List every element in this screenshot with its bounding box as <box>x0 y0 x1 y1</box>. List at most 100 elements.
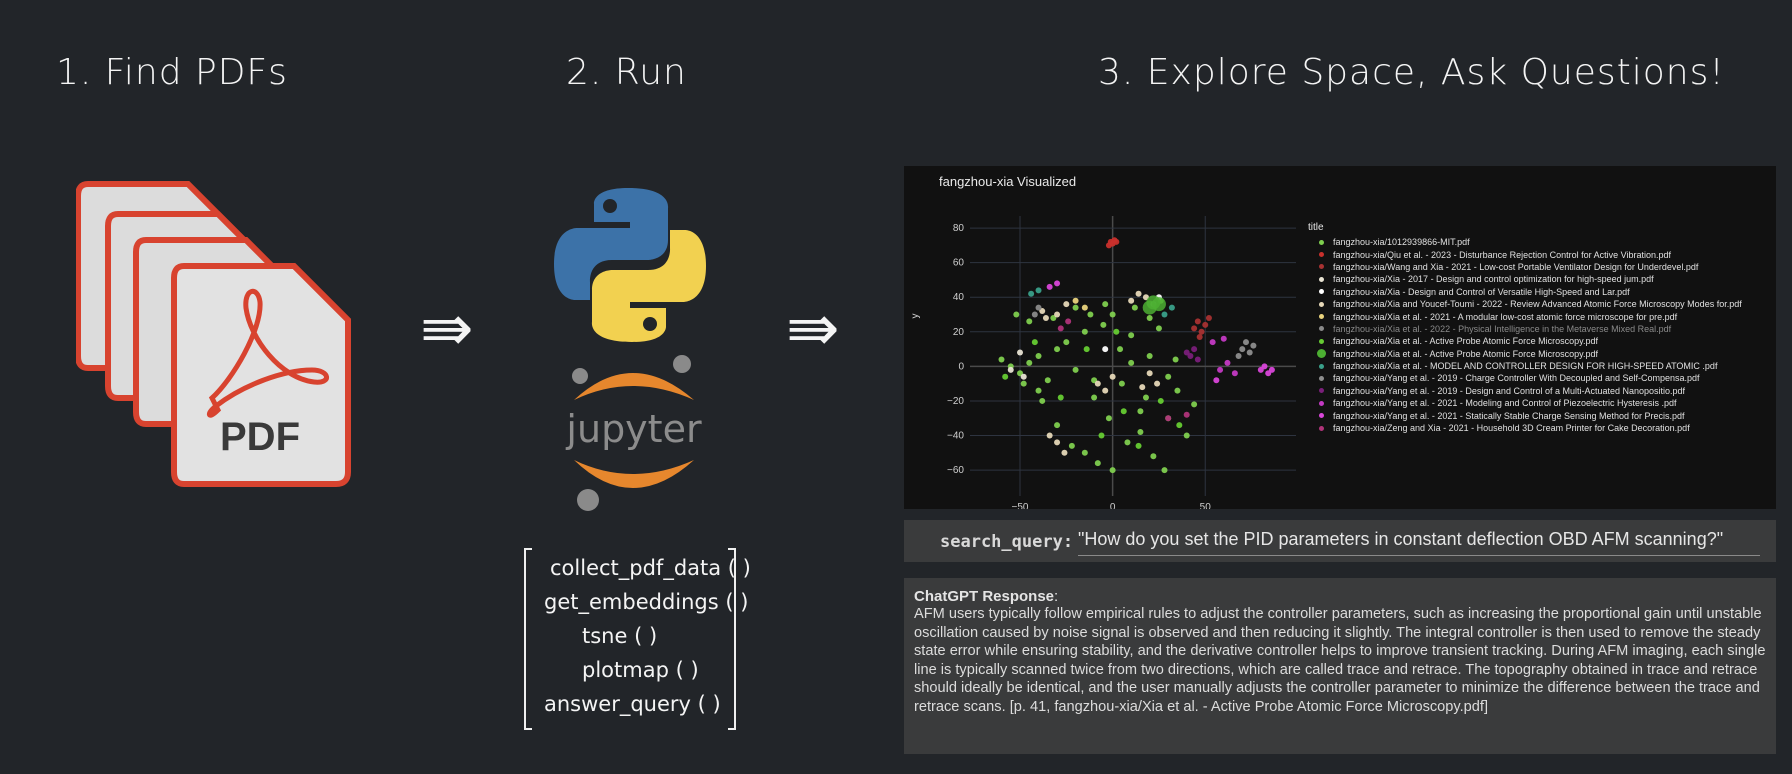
scatter-point <box>1183 432 1190 439</box>
scatter-point <box>1102 301 1109 308</box>
legend-item[interactable]: fangzhou-xia/Qiu et al. - 2023 - Disturb… <box>1308 248 1742 260</box>
scatter-point <box>1117 346 1124 353</box>
legend-swatch <box>1319 252 1324 258</box>
search-query-input[interactable]: "How do you set the PID parameters in co… <box>1078 529 1760 556</box>
x-tick-label: −50 <box>1012 502 1029 509</box>
scatter-point <box>1191 346 1198 353</box>
legend-item[interactable]: fangzhou-xia/Yang et al. - 2019 - Design… <box>1308 385 1742 397</box>
legend-item[interactable]: fangzhou-xia/Xia et al. - 2022 - Physica… <box>1308 323 1742 335</box>
scatter-point <box>1035 387 1042 394</box>
legend-title: title <box>1308 222 1324 233</box>
legend-label: fangzhou-xia/Xia et al. - 2022 - Physica… <box>1333 323 1672 334</box>
legend-label: fangzhou-xia/Xia et al. - 2021 - A modul… <box>1333 311 1678 322</box>
legend-label: fangzhou-xia/1012939866-MIT.pdf <box>1333 237 1470 248</box>
legend-item[interactable]: fangzhou-xia/1012939866-MIT.pdf <box>1308 236 1742 248</box>
function-tsne: tsne ( ) <box>582 624 658 648</box>
scatter-point <box>1054 311 1061 318</box>
scatter-point <box>1161 467 1168 474</box>
scatter-point <box>1246 349 1253 356</box>
legend-item[interactable]: fangzhou-xia/Xia - 2017 - Design and con… <box>1308 273 1742 285</box>
scatter-point <box>1194 356 1201 363</box>
left-bracket <box>524 548 532 730</box>
legend-label: fangzhou-xia/Xia - 2017 - Design and con… <box>1333 274 1654 285</box>
y-tick-label: 60 <box>953 258 965 269</box>
scatter-point <box>1028 290 1035 297</box>
scatter-point <box>1044 377 1051 384</box>
legend-swatch <box>1319 375 1324 381</box>
step-2-title: 2. Run <box>566 52 687 93</box>
legend-item[interactable]: fangzhou-xia/Yang et al. - 2021 - Modeli… <box>1308 397 1742 409</box>
legend-item[interactable]: fangzhou-xia/Xia et al. - Active Probe A… <box>1308 335 1742 347</box>
legend-swatch <box>1319 326 1324 332</box>
legend-swatch <box>1319 264 1324 270</box>
scatter-point <box>1137 408 1144 415</box>
legend-item[interactable]: fangzhou-xia/Wang and Xia - 2021 - Low-c… <box>1308 261 1742 273</box>
scatter-point <box>1174 387 1181 394</box>
scatter-point <box>1109 467 1116 474</box>
scatter-point <box>1094 460 1101 467</box>
legend-item[interactable]: fangzhou-xia/Xia - Design and Control of… <box>1308 286 1742 298</box>
scatter-point <box>1268 366 1275 373</box>
scatter-point <box>1020 373 1027 380</box>
scatter-point <box>1155 325 1162 332</box>
legend-label: fangzhou-xia/Yang et al. - 2019 - Charge… <box>1333 373 1700 384</box>
legend-item[interactable]: fangzhou-xia/Zeng and Xia - 2021 - House… <box>1308 422 1742 434</box>
scatter-point <box>1213 377 1220 384</box>
legend-label: fangzhou-xia/Zeng and Xia - 2021 - House… <box>1333 423 1690 434</box>
scatter-point <box>1165 415 1172 422</box>
scatter-point <box>1118 380 1125 387</box>
scatter-point <box>1172 356 1179 363</box>
scatter-point <box>1057 325 1064 332</box>
legend-item[interactable]: fangzhou-xia/Xia et al. - Active Probe A… <box>1308 348 1742 360</box>
legend-item[interactable]: fangzhou-xia/Xia et al. - MODEL AND CONT… <box>1308 360 1742 372</box>
scatter-point <box>1220 335 1227 342</box>
scatter-point <box>1007 366 1014 373</box>
legend-item[interactable]: fangzhou-xia/Yang et al. - 2021 - Static… <box>1308 409 1742 421</box>
scatter-point <box>1146 314 1153 321</box>
scatter-point <box>1142 300 1157 315</box>
function-plotmap: plotmap ( ) <box>582 658 699 682</box>
legend-item[interactable]: fangzhou-xia/Xia et al. - 2021 - A modul… <box>1308 310 1742 322</box>
scatter-point <box>1154 380 1161 387</box>
scatter-point <box>1198 328 1205 335</box>
scatter-point <box>1020 380 1027 387</box>
scatter-plot[interactable]: −50050−60−40−20020406080xy <box>904 166 1304 509</box>
scatter-plot-panel[interactable]: fangzhou-xia Visualized −50 0 50 −60 −40 −20 0… <box>904 166 1776 509</box>
step-3-title: 3. Explore Space, Ask Questions! <box>1098 52 1725 93</box>
scatter-point <box>1026 318 1033 325</box>
function-get-embeddings: get_embeddings ( ) <box>544 590 749 614</box>
scatter-point <box>1054 346 1061 353</box>
scatter-point <box>1128 359 1135 366</box>
legend-item[interactable]: fangzhou-xia/Xia and Youcef-Toumi - 2022… <box>1308 298 1742 310</box>
scatter-point <box>1102 387 1109 394</box>
scatter-point <box>998 356 1005 363</box>
legend-label: fangzhou-xia/Yang et al. - 2021 - Static… <box>1333 410 1685 421</box>
scatter-point <box>1239 346 1246 353</box>
function-list: collect_pdf_data ( ) get_embeddings ( ) … <box>524 548 751 730</box>
scatter-point <box>1054 422 1061 429</box>
scatter-point <box>1183 411 1190 418</box>
scatter-point <box>1142 394 1149 401</box>
y-tick-label: −40 <box>947 431 964 442</box>
legend-swatch <box>1319 400 1324 406</box>
scatter-point <box>1120 408 1127 415</box>
legend-swatch <box>1319 289 1324 295</box>
scatter-point <box>1063 301 1070 308</box>
legend-item[interactable]: fangzhou-xia/Yang et al. - 2019 - Charge… <box>1308 372 1742 384</box>
pdf-label: PDF <box>220 415 300 459</box>
plot-legend[interactable]: title fangzhou-xia/1012939866-MIT.pdf fan… <box>1308 222 1742 434</box>
legend-swatch <box>1319 388 1324 394</box>
scatter-point <box>1150 453 1157 460</box>
chatgpt-response-panel: ChatGPT Response: AFM users typically fo… <box>904 578 1776 754</box>
scatter-point <box>1094 380 1101 387</box>
scatter-point <box>1146 370 1153 377</box>
scatter-point <box>1054 439 1061 446</box>
scatter-point <box>1250 342 1257 349</box>
scatter-point <box>1231 370 1238 377</box>
scatter-point <box>1196 333 1203 340</box>
scatter-point <box>1157 397 1164 404</box>
search-query-bar: search_query: "How do you set the PID pa… <box>904 520 1776 562</box>
scatter-point <box>1109 311 1116 318</box>
legend-swatch <box>1319 338 1324 344</box>
search-query-label: search_query: <box>940 532 1074 552</box>
